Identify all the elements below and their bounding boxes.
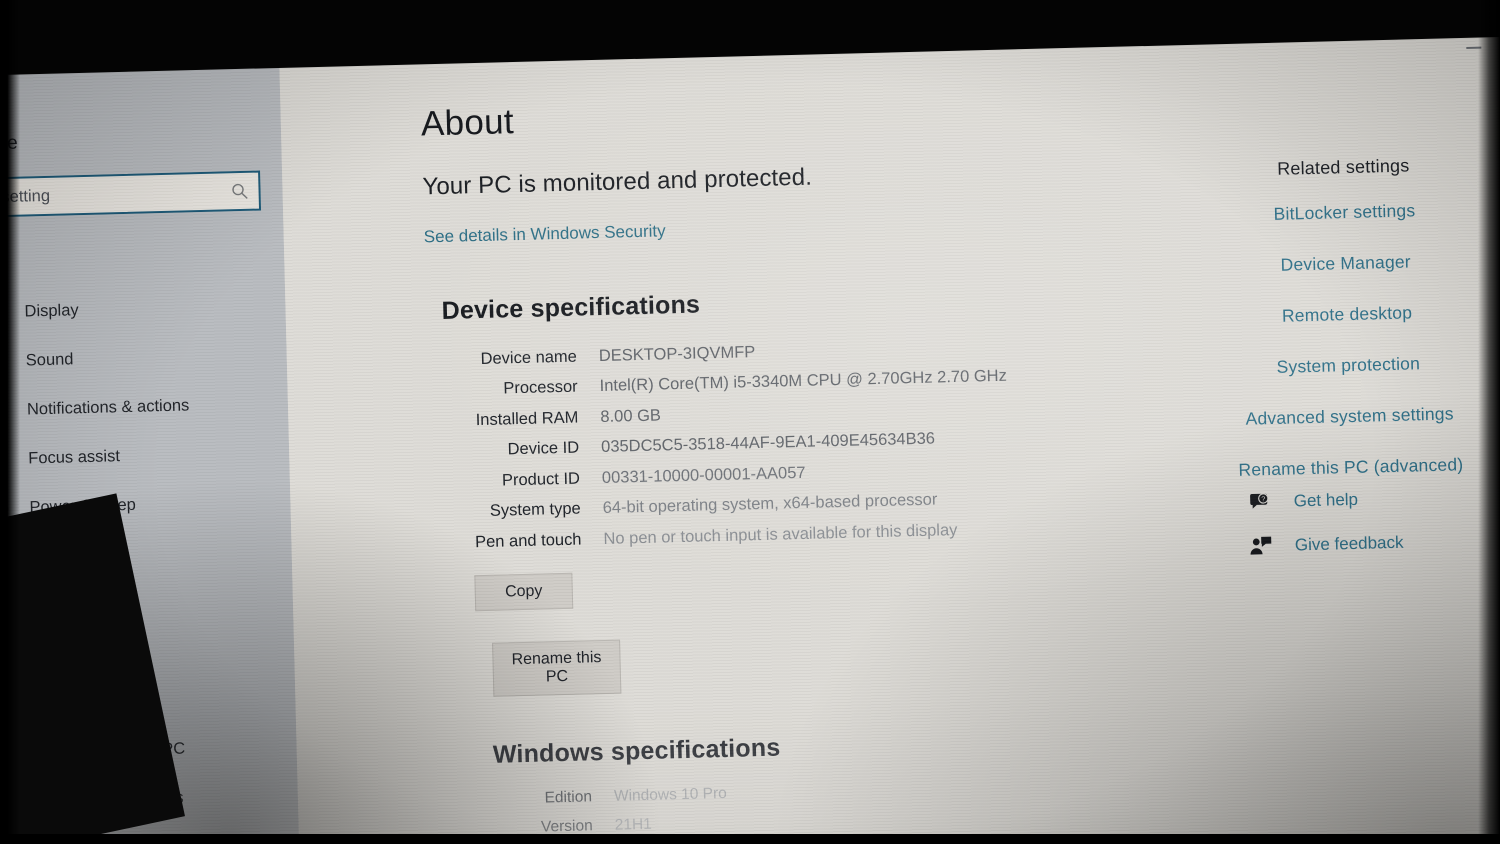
sidebar-item-label: Display bbox=[24, 301, 79, 321]
spec-value: DESKTOP-3IQVMFP bbox=[598, 343, 756, 366]
spec-label: Pen and touch bbox=[474, 530, 582, 551]
sidebar-item-storage[interactable]: Storage bbox=[0, 575, 294, 632]
related-settings-rail: Related settings BitLocker settings Devi… bbox=[1203, 154, 1492, 512]
spec-label: Device ID bbox=[507, 438, 580, 459]
spec-value: 00331-10000-00001-AA057 bbox=[601, 463, 806, 487]
spec-value: No pen or touch input is available for t… bbox=[603, 520, 958, 548]
sidebar-item-label: Projecting to this PC bbox=[35, 739, 186, 762]
related-link-rename-this-pc-advanced[interactable]: Rename this PC (advanced) bbox=[1211, 453, 1491, 481]
windows-security-link[interactable]: See details in Windows Security bbox=[424, 221, 666, 247]
spec-label: Version bbox=[540, 817, 593, 836]
sidebar-home-label[interactable]: ome bbox=[0, 126, 281, 156]
spec-value: Intel(R) Core(TM) i5-3340M CPU @ 2.70GHz… bbox=[599, 367, 1008, 396]
page-title: About bbox=[420, 102, 515, 144]
tablet-icon bbox=[0, 644, 16, 667]
search-icon bbox=[230, 182, 248, 200]
screen-surface: ome em bbox=[0, 23, 1500, 844]
search-input[interactable] bbox=[0, 181, 231, 207]
spec-value: 21H1 bbox=[614, 816, 652, 834]
related-link-remote-desktop[interactable]: Remote desktop bbox=[1207, 301, 1487, 329]
find-a-setting-search-box[interactable] bbox=[0, 170, 262, 218]
spec-label: Installed RAM bbox=[475, 408, 579, 430]
sidebar-item-label: Power & sleep bbox=[29, 495, 137, 517]
spec-value: Windows 10 Pro bbox=[613, 784, 728, 805]
related-link-advanced-system-settings[interactable]: Advanced system settings bbox=[1209, 403, 1489, 431]
sidebar-item-tablet[interactable]: Tablet bbox=[0, 624, 295, 681]
mouse-cursor bbox=[138, 707, 156, 729]
spec-label: Device name bbox=[480, 347, 578, 369]
get-help-row[interactable]: ? Get help bbox=[1247, 486, 1477, 514]
sidebar-item-shared-experiences[interactable]: Shared experiences bbox=[0, 771, 298, 828]
windows-specifications-heading: Windows specifications bbox=[492, 733, 781, 769]
shared-icon bbox=[0, 791, 19, 814]
spec-value: 8.00 GB bbox=[600, 406, 662, 426]
sidebar-item-label: Tablet bbox=[32, 644, 78, 664]
sidebar-item-label: Sound bbox=[25, 350, 74, 370]
get-help-label: Get help bbox=[1293, 489, 1359, 511]
moon-icon bbox=[0, 448, 11, 471]
notification-icon bbox=[0, 399, 9, 422]
help-bubble-icon: ? bbox=[1247, 491, 1272, 514]
spec-value: 035DC5C5-3518-44AF-9EA1-409E45634B36 bbox=[600, 429, 936, 457]
give-feedback-row[interactable]: Give feedback bbox=[1249, 530, 1479, 558]
sidebar-item-label: Battery bbox=[30, 546, 84, 566]
minimize-icon bbox=[1465, 46, 1481, 49]
sound-icon bbox=[0, 350, 8, 373]
sidebar-item-focus-assist[interactable]: Focus assist bbox=[0, 428, 290, 485]
related-link-bitlocker-settings[interactable]: BitLocker settings bbox=[1204, 199, 1484, 227]
sidebar-item-sound[interactable]: Sound bbox=[0, 330, 287, 387]
display-icon bbox=[0, 302, 7, 325]
photograph-of-screen: ome em bbox=[0, 0, 1500, 844]
help-block: ? Get help Give feedback bbox=[1247, 486, 1479, 580]
multitasking-icon bbox=[0, 693, 17, 716]
sidebar-item-label: Focus assist bbox=[28, 447, 121, 468]
related-link-system-protection[interactable]: System protection bbox=[1208, 352, 1488, 380]
windows-specifications-section: Windows specifications Edition Windows 1… bbox=[437, 714, 1500, 844]
sidebar-item-power-sleep[interactable]: Power & sleep bbox=[0, 477, 291, 534]
svg-text:?: ? bbox=[1261, 496, 1265, 503]
rename-this-pc-button[interactable]: Rename this PC bbox=[492, 639, 622, 697]
windows-specifications-table: Edition Windows 10 Pro Version 21H1 Inst… bbox=[496, 763, 1500, 844]
feedback-person-icon bbox=[1249, 535, 1274, 558]
project-icon bbox=[0, 742, 18, 765]
copy-button[interactable]: Copy bbox=[474, 572, 574, 612]
sidebar-item-label: Shared experiences bbox=[36, 788, 184, 811]
sidebar-item-projecting-to-this-pc[interactable]: Projecting to this PC bbox=[0, 722, 297, 779]
related-link-device-manager[interactable]: Device Manager bbox=[1206, 250, 1486, 278]
sidebar-item-label: Multitasking bbox=[34, 692, 122, 713]
spec-value: 64-bit operating system, x64-based proce… bbox=[602, 490, 938, 518]
give-feedback-label: Give feedback bbox=[1294, 532, 1404, 555]
sidebar-item-battery[interactable]: Battery bbox=[0, 526, 292, 583]
about-content: About Your PC is monitored and protected… bbox=[279, 23, 1500, 844]
storage-icon bbox=[0, 595, 14, 618]
spec-label: Edition bbox=[544, 788, 593, 807]
sidebar-item-label: Notifications & actions bbox=[26, 396, 190, 419]
spec-label: Processor bbox=[503, 378, 578, 398]
sidebar-item-display[interactable]: Display bbox=[0, 281, 286, 338]
minimize-button[interactable] bbox=[1450, 33, 1497, 62]
sidebar-item-notifications-actions[interactable]: Notifications & actions bbox=[0, 379, 289, 436]
battery-icon bbox=[0, 546, 13, 569]
spec-label: Product ID bbox=[501, 469, 581, 490]
sidebar-section-title: em bbox=[0, 252, 8, 274]
spec-label: System type bbox=[489, 499, 581, 521]
sidebar-item-list: Display Sound Notifications & actions Fo… bbox=[0, 281, 298, 828]
power-icon bbox=[0, 497, 12, 520]
settings-window: ome em bbox=[0, 23, 1500, 844]
sidebar-item-label: Storage bbox=[31, 594, 90, 615]
